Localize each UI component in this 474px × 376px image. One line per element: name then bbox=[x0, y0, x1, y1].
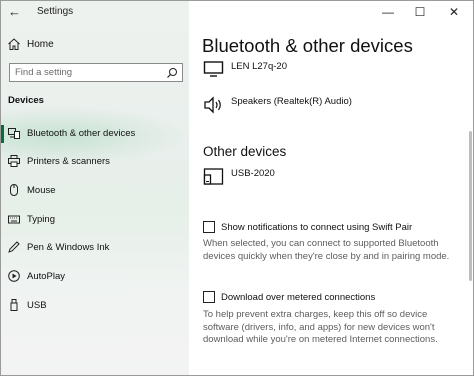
monitor-icon bbox=[203, 61, 224, 77]
search-icon[interactable] bbox=[166, 67, 178, 79]
sidebar-item-mouse[interactable]: Mouse bbox=[1, 180, 189, 202]
printer-icon bbox=[8, 155, 20, 167]
sidebar-item-label: Pen & Windows Ink bbox=[27, 242, 110, 253]
device-name: Speakers (Realtek(R) Audio) bbox=[231, 96, 352, 107]
other-devices-heading: Other devices bbox=[203, 144, 287, 159]
window-controls: — ☐ ✕ bbox=[363, 1, 473, 23]
metered-help: To help prevent extra charges, keep this… bbox=[203, 309, 438, 345]
search-placeholder: Find a setting bbox=[15, 67, 73, 78]
window-title: Settings bbox=[37, 6, 74, 17]
scrollbar[interactable] bbox=[467, 23, 473, 375]
sidebar: ← Settings Home Find a setting Devices B… bbox=[1, 1, 189, 375]
sidebar-item-home[interactable]: Home bbox=[1, 33, 189, 57]
device-item[interactable]: LEN L27q-20 bbox=[203, 59, 453, 85]
swift-pair-checkbox[interactable] bbox=[203, 221, 215, 233]
sidebar-item-printers[interactable]: Printers & scanners bbox=[1, 151, 189, 173]
sidebar-item-label: Mouse bbox=[27, 185, 56, 196]
sidebar-item-label: USB bbox=[27, 300, 47, 311]
metered-checkbox-row[interactable]: Download over metered connections bbox=[203, 291, 463, 307]
autoplay-icon bbox=[8, 270, 20, 282]
swift-pair-checkbox-row[interactable]: Show notifications to connect using Swif… bbox=[203, 221, 463, 237]
back-arrow-icon[interactable]: ← bbox=[8, 4, 21, 19]
settings-window: ← Settings Home Find a setting Devices B… bbox=[0, 0, 474, 376]
swift-pair-label: Show notifications to connect using Swif… bbox=[221, 222, 413, 233]
close-button[interactable]: ✕ bbox=[439, 3, 469, 21]
sidebar-item-label: Bluetooth & other devices bbox=[27, 128, 136, 139]
device-name: USB-2020 bbox=[231, 168, 275, 179]
mouse-icon bbox=[10, 184, 18, 196]
home-icon bbox=[8, 38, 20, 50]
scrollbar-thumb[interactable] bbox=[469, 131, 472, 281]
pen-icon bbox=[8, 241, 20, 253]
sidebar-item-label: Printers & scanners bbox=[27, 156, 110, 167]
speaker-icon bbox=[204, 96, 221, 114]
search-input[interactable]: Find a setting bbox=[9, 63, 183, 82]
maximize-button[interactable]: ☐ bbox=[405, 3, 435, 21]
sidebar-item-typing[interactable]: Typing bbox=[1, 209, 189, 231]
page-title: Bluetooth & other devices bbox=[202, 35, 413, 56]
metered-checkbox[interactable] bbox=[203, 291, 215, 303]
generic-device-icon bbox=[203, 168, 224, 185]
sidebar-item-autoplay[interactable]: AutoPlay bbox=[1, 266, 189, 288]
device-item[interactable]: USB-2020 bbox=[203, 166, 453, 192]
usb-icon bbox=[10, 299, 18, 311]
sidebar-item-label: AutoPlay bbox=[27, 271, 66, 282]
sidebar-item-usb[interactable]: USB bbox=[1, 295, 189, 317]
home-label: Home bbox=[27, 39, 54, 50]
main-content: Bluetooth & other devices LEN L27q-20 Sp… bbox=[189, 23, 473, 375]
bluetooth-devices-icon bbox=[8, 128, 20, 139]
keyboard-icon bbox=[8, 215, 20, 224]
sidebar-item-bluetooth[interactable]: Bluetooth & other devices bbox=[1, 123, 189, 145]
swift-pair-help: When selected, you can connect to suppor… bbox=[203, 238, 450, 262]
sidebar-item-label: Typing bbox=[27, 214, 55, 225]
titlebar-left: ← Settings bbox=[1, 1, 189, 23]
section-label-devices: Devices bbox=[8, 95, 44, 106]
metered-label: Download over metered connections bbox=[221, 292, 376, 303]
sidebar-item-pen[interactable]: Pen & Windows Ink bbox=[1, 237, 189, 259]
minimize-button[interactable]: — bbox=[373, 3, 403, 21]
device-item[interactable]: Speakers (Realtek(R) Audio) bbox=[203, 94, 453, 120]
device-name: LEN L27q-20 bbox=[231, 61, 287, 72]
